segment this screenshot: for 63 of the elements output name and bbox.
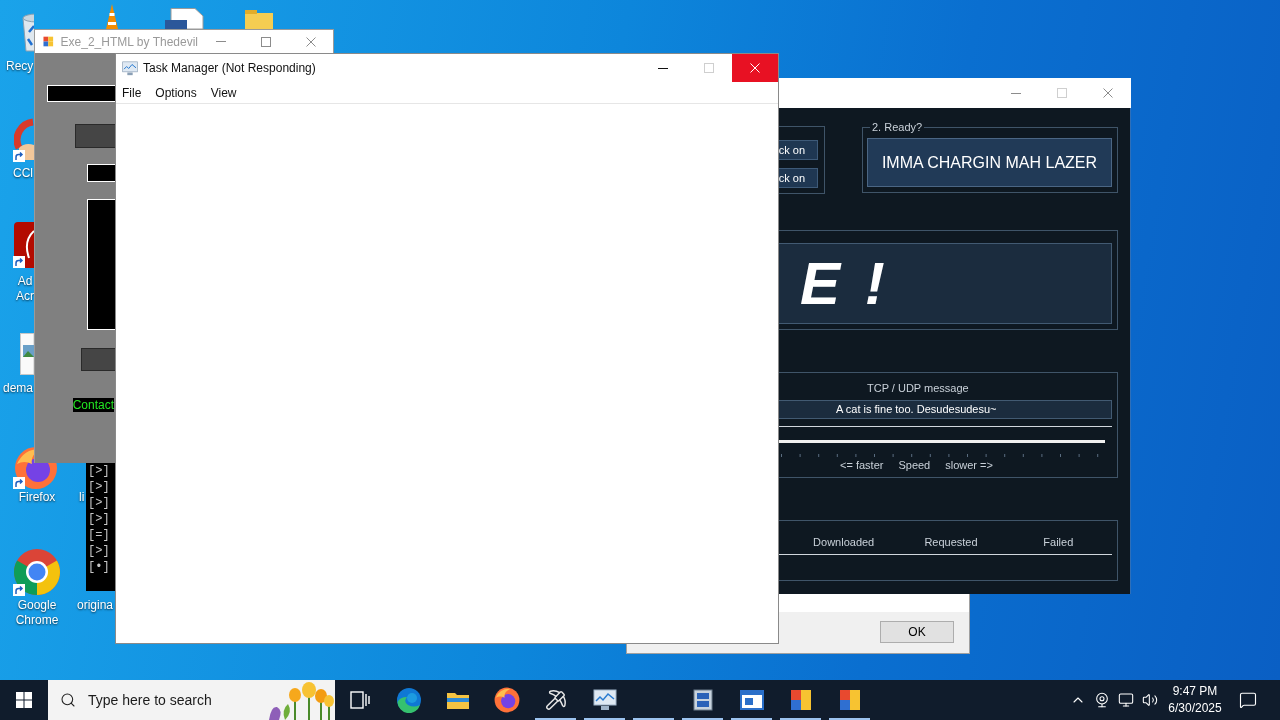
action-button[interactable]: ck on: [779, 168, 818, 188]
folder-icon[interactable]: [445, 690, 470, 710]
clock-button[interactable]: 9:47 PM 6/30/2025: [1162, 680, 1228, 720]
slider-label: Speed: [898, 459, 931, 472]
column-header: Failed: [1043, 536, 1074, 549]
notification-icon[interactable]: [1239, 691, 1257, 709]
maximize-icon: [704, 63, 714, 73]
close-icon: [1103, 88, 1113, 98]
pickaxe-icon[interactable]: [544, 689, 567, 711]
minimize-icon: [215, 41, 226, 42]
slider-label: <= faster: [840, 459, 884, 472]
webcam-icon[interactable]: [1094, 692, 1110, 708]
menu-item[interactable]: View: [210, 83, 237, 102]
text-field[interactable]: [47, 85, 115, 102]
minimize-icon: [1011, 92, 1021, 94]
squares-app-icon[interactable]: [43, 35, 54, 48]
slider-label: slower =>: [945, 459, 993, 472]
column-header: Downloaded: [813, 536, 875, 549]
task-view-icon[interactable]: [349, 691, 370, 709]
segmented-circle-icon[interactable]: [13, 548, 61, 596]
menu-item[interactable]: File: [122, 83, 142, 102]
target-display: E !: [779, 243, 1112, 324]
console-line: [=]: [88, 527, 110, 543]
field-label: TCP / UDP message: [867, 382, 969, 395]
swirl-logo-icon[interactable]: [395, 687, 422, 713]
window-icon[interactable]: [739, 690, 764, 710]
ok-button[interactable]: OK: [880, 621, 954, 643]
minimize-icon: [658, 67, 668, 69]
window-title: Exe_2_HTML by Thedevil: [60, 33, 198, 51]
monitor-chart-icon: [122, 60, 138, 76]
window-title: Task Manager (Not Responding): [143, 60, 316, 77]
menu-item[interactable]: Options: [155, 83, 197, 102]
text-field[interactable]: [87, 164, 115, 182]
console-line: [•]: [88, 559, 110, 575]
search-icon: [60, 692, 76, 708]
search-input[interactable]: Type here to search: [88, 689, 253, 711]
squares-app-icon[interactable]: [838, 689, 861, 711]
image-file-icon[interactable]: [20, 333, 34, 375]
file-cabinet-icon[interactable]: [691, 689, 714, 711]
maximize-icon: [260, 36, 271, 47]
message-field[interactable]: A cat is fine too. Desudesudesu~: [779, 400, 1112, 419]
column-header: Requested: [924, 536, 978, 549]
console-line: [>]: [88, 511, 110, 527]
console-line: [>]: [88, 495, 110, 511]
fox-logo-icon[interactable]: [493, 687, 520, 713]
console-line: [>]: [88, 543, 110, 559]
search-box[interactable]: Type here to search: [48, 680, 335, 720]
volume-icon[interactable]: [1142, 692, 1158, 708]
console-line: [>]: [88, 463, 110, 479]
text-area[interactable]: [87, 199, 115, 330]
speed-slider-track[interactable]: [779, 440, 1105, 443]
maximize-icon: [1057, 88, 1067, 98]
group-label: 2. Ready?: [871, 121, 924, 134]
monitor-chart-icon[interactable]: [592, 689, 617, 711]
squares-app-icon[interactable]: [789, 689, 812, 711]
console-line: [>]: [88, 479, 110, 495]
monitor-icon[interactable]: [1118, 692, 1134, 708]
contact-link[interactable]: Contact: [72, 398, 114, 412]
close-icon: [305, 36, 316, 47]
document-icon[interactable]: [165, 8, 205, 29]
close-icon: [750, 63, 760, 73]
action-button[interactable]: ck on: [779, 140, 818, 160]
attack-button[interactable]: IMMA CHARGIN MAH LAZER: [867, 138, 1112, 187]
